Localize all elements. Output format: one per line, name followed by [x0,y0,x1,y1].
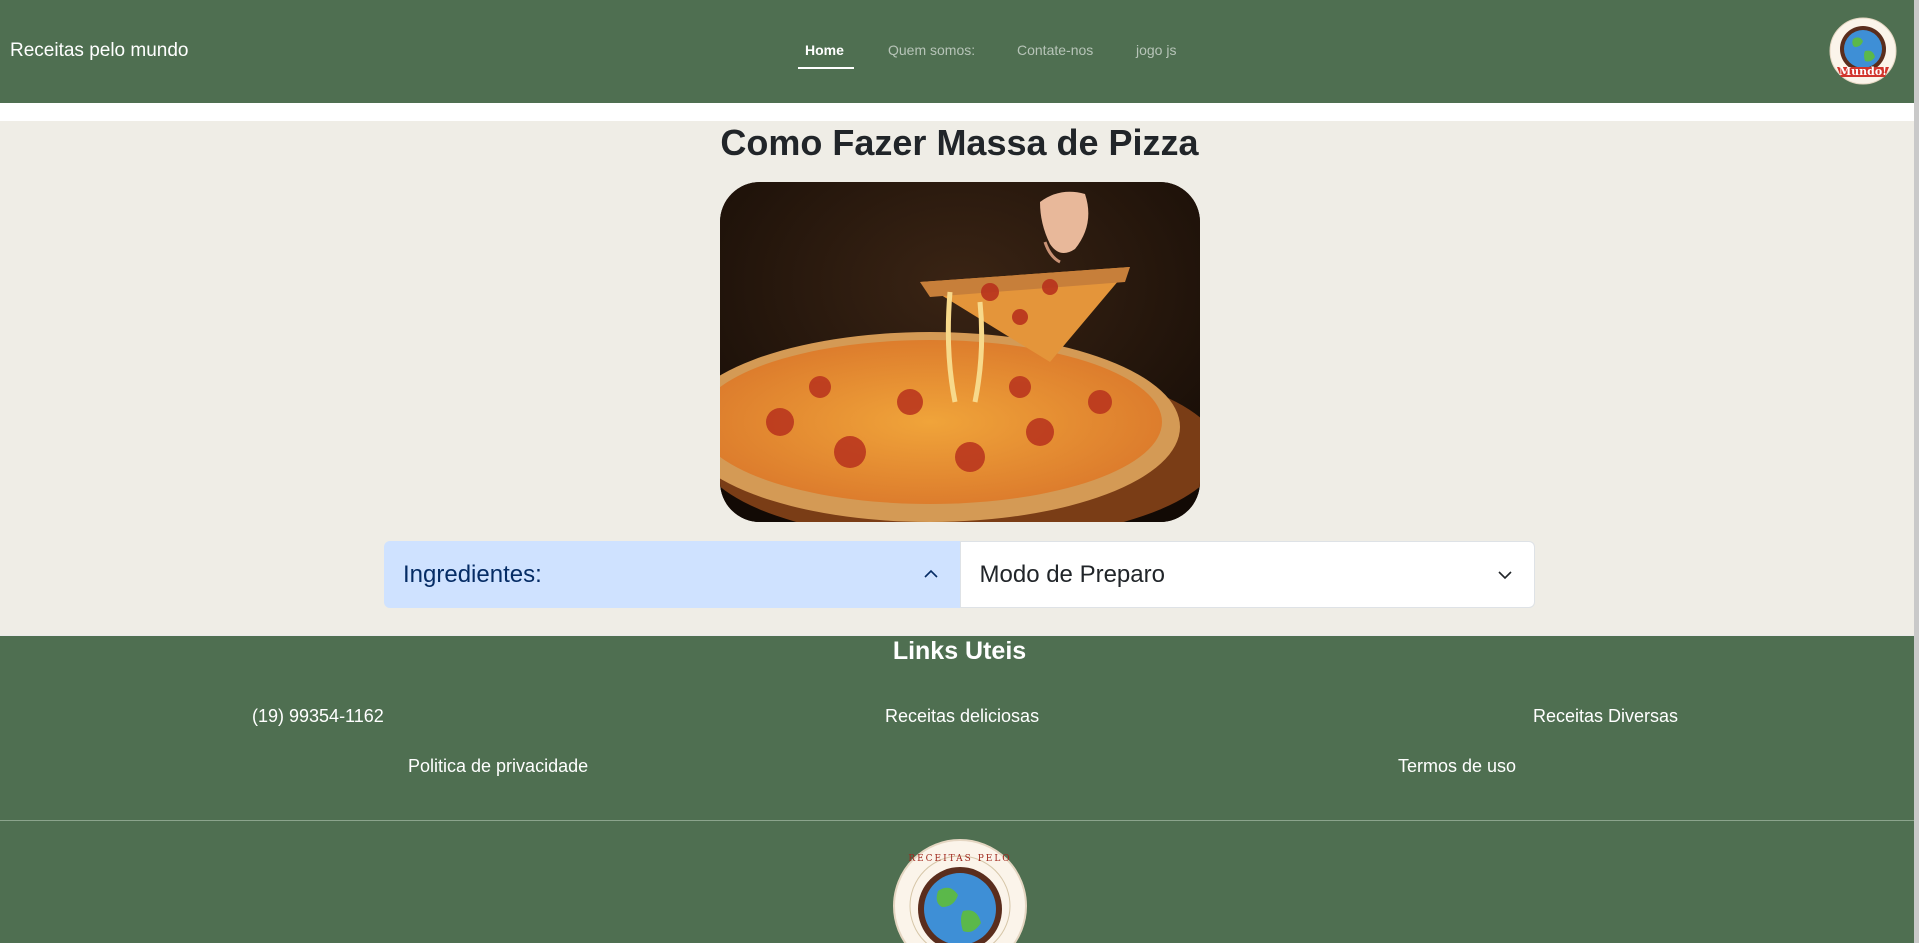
accordion-ingredientes[interactable]: Ingredientes: [384,541,960,608]
nav-links: Home Quem somos: Contate-nos jogo js [0,42,1919,72]
chevron-down-icon [1498,571,1512,580]
footer-link-privacidade[interactable]: Politica de privacidade [408,756,588,777]
nav-active-indicator [798,67,854,69]
chevron-up-icon [923,569,938,578]
footer-link-receitas-diversas[interactable]: Receitas Diversas [1533,706,1678,727]
footer-logo: RECEITAS PELO [893,839,1027,943]
header-separator [0,103,1919,121]
logo-text: Mundo! [1839,65,1887,78]
scrollbar[interactable] [1914,0,1919,943]
accordion-ingredientes-label: Ingredientes: [403,560,542,588]
footer-title: Links Uteis [892,637,1027,665]
nav-home[interactable]: Home [805,42,844,58]
footer-link-termos[interactable]: Termos de uso [1398,756,1516,777]
pizza-image [720,182,1200,522]
footer-link-receitas-deliciosas[interactable]: Receitas deliciosas [885,706,1039,727]
accordion-modo-de-preparo-label: Modo de Preparo [979,560,1165,588]
footer-link-phone[interactable]: (19) 99354-1162 [252,706,384,727]
nav-quem-somos[interactable]: Quem somos: [888,42,975,58]
nav-contate-nos[interactable]: Contate-nos [1017,42,1093,58]
nav-jogo-js[interactable]: jogo js [1136,42,1176,58]
navbar: Receitas pelo mundo Home Quem somos: Con… [0,0,1919,103]
recipe-accordion: Ingredientes: Modo de Preparo [384,541,1535,608]
footer-divider [0,820,1919,821]
accordion-modo-de-preparo[interactable]: Modo de Preparo [959,541,1535,608]
footer-logo-text: RECEITAS PELO [908,854,1011,864]
site-logo[interactable]: Mundo! [1829,17,1897,85]
page-title: Como Fazer Massa de Pizza [720,122,1199,163]
